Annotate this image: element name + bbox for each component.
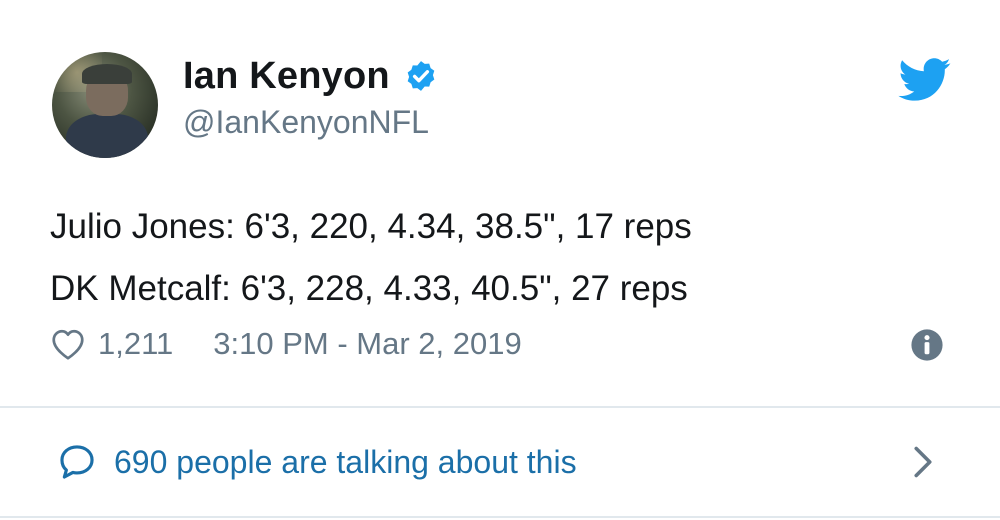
heart-icon[interactable] (50, 327, 86, 361)
tweet-line: DK Metcalf: 6'3, 228, 4.33, 40.5", 27 re… (50, 269, 688, 308)
author-handle[interactable]: @IanKenyonNFL (183, 104, 429, 141)
avatar-body (66, 114, 148, 158)
tweet-timestamp[interactable]: 3:10 PM - Mar 2, 2019 (213, 326, 521, 362)
info-icon[interactable] (910, 328, 944, 362)
tweet-meta-row: 1,211 3:10 PM - Mar 2, 2019 (50, 322, 522, 366)
chevron-right-icon[interactable] (910, 444, 936, 480)
speech-bubble-icon (60, 445, 94, 479)
like-count[interactable]: 1,211 (98, 326, 173, 362)
author-avatar[interactable] (52, 52, 158, 158)
divider (0, 406, 1000, 408)
author-name-row: Ian Kenyon (183, 50, 438, 102)
author-name[interactable]: Ian Kenyon (183, 55, 390, 98)
twitter-bird-icon[interactable] (898, 58, 952, 102)
verified-badge-icon (407, 61, 435, 91)
tweet-embed-card: Ian Kenyon @IanKenyonNFL Julio Jones: 6'… (0, 0, 1000, 520)
tweet-body: Julio Jones: 6'3, 220, 4.34, 38.5", 17 r… (50, 196, 950, 320)
avatar-cap (82, 64, 132, 84)
card-bottom-border (0, 516, 1000, 518)
talking-about-text: 690 people are talking about this (114, 443, 577, 480)
tweet-line: Julio Jones: 6'3, 220, 4.34, 38.5", 17 r… (50, 207, 692, 246)
conversation-link[interactable]: 690 people are talking about this (58, 436, 577, 488)
